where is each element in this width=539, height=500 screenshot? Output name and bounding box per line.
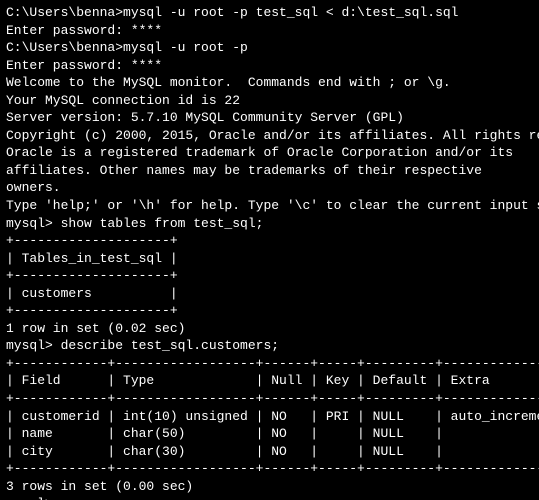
terminal-line-19: | Tables_in_test_sql | xyxy=(6,250,533,268)
terminal-line-1: Enter password: **** xyxy=(6,22,533,40)
terminal-line-11: Oracle is a registered trademark of Orac… xyxy=(6,144,533,162)
terminal-line-31: | city | char(30) | NO | | NULL | | xyxy=(6,443,533,461)
terminal-line-27: | Field | Type | Null | Key | Default | … xyxy=(6,372,533,390)
terminal-line-13: owners. xyxy=(6,179,533,197)
terminal-line-32: +------------+------------------+------+… xyxy=(6,460,533,478)
terminal-line-29: | customerid | int(10) unsigned | NO | P… xyxy=(6,408,533,426)
terminal-line-18: +--------------------+ xyxy=(6,232,533,250)
terminal-line-17: mysql> show tables from test_sql; xyxy=(6,215,533,233)
terminal-line-25: mysql> describe test_sql.customers; xyxy=(6,337,533,355)
terminal-line-20: +--------------------+ xyxy=(6,267,533,285)
terminal-window[interactable]: C:\Users\benna>mysql -u root -p test_sql… xyxy=(0,0,539,500)
terminal-line-28: +------------+------------------+------+… xyxy=(6,390,533,408)
terminal-line-0: C:\Users\benna>mysql -u root -p test_sql… xyxy=(6,4,533,22)
terminal-line-5: Welcome to the MySQL monitor. Commands e… xyxy=(6,74,533,92)
terminal-line-30: | name | char(50) | NO | | NULL | | xyxy=(6,425,533,443)
terminal-line-9: Copyright (c) 2000, 2015, Oracle and/or … xyxy=(6,127,533,145)
terminal-line-4: Enter password: **** xyxy=(6,57,533,75)
terminal-line-3: C:\Users\benna>mysql -u root -p xyxy=(6,39,533,57)
terminal-line-15: Type 'help;' or '\h' for help. Type '\c'… xyxy=(6,197,533,215)
terminal-line-23: 1 row in set (0.02 sec) xyxy=(6,320,533,338)
terminal-line-21: | customers | xyxy=(6,285,533,303)
terminal-line-36: mysql> xyxy=(6,495,533,500)
terminal-line-12: affiliates. Other names may be trademark… xyxy=(6,162,533,180)
terminal-line-6: Your MySQL connection id is 22 xyxy=(6,92,533,110)
terminal-line-34: 3 rows in set (0.00 sec) xyxy=(6,478,533,496)
terminal-line-7: Server version: 5.7.10 MySQL Community S… xyxy=(6,109,533,127)
terminal-line-26: +------------+------------------+------+… xyxy=(6,355,533,373)
terminal-line-22: +--------------------+ xyxy=(6,302,533,320)
